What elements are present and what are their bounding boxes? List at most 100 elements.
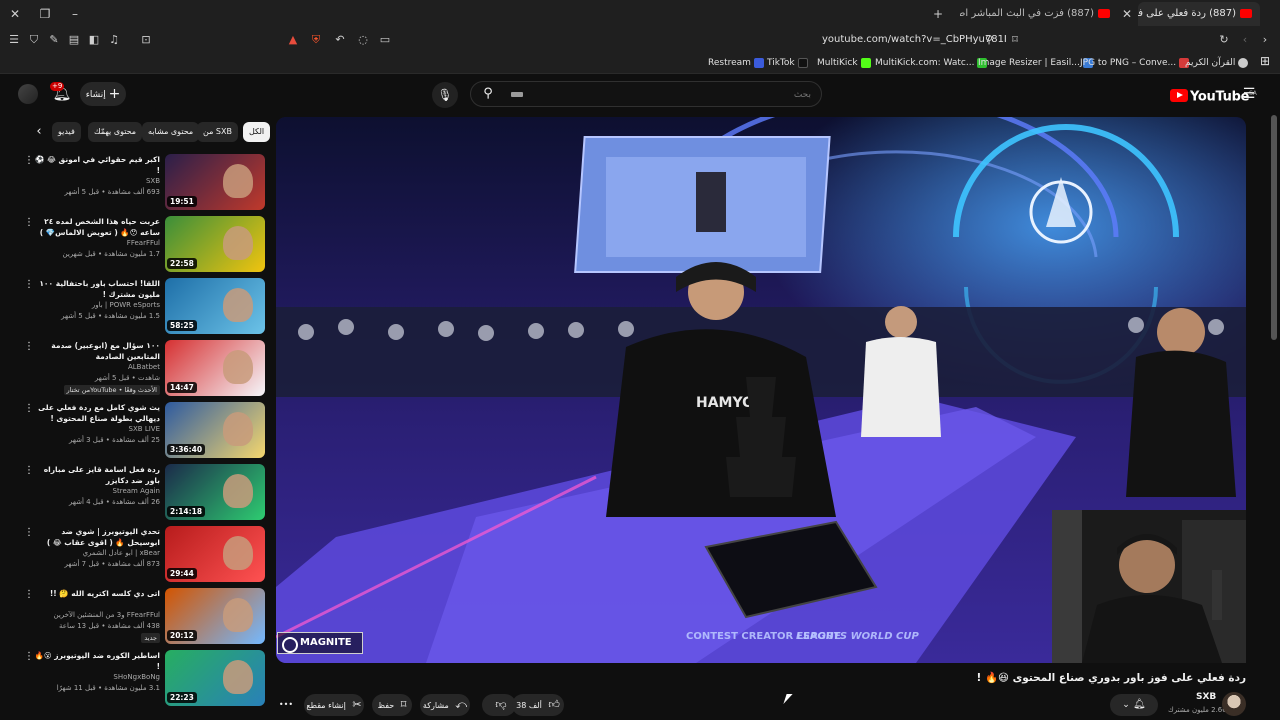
- like-button[interactable]: 38 ألف 👍︎: [512, 694, 564, 716]
- chevron-left-icon[interactable]: ‹: [32, 124, 46, 140]
- recommendation-channel[interactable]: FFearFFul و3 من المنشئين الآخرين: [32, 610, 160, 620]
- recommendation-thumbnail[interactable]: 29:44: [165, 526, 265, 582]
- recommendation-item[interactable]: 20:12 اتى دي كلسه اكتريه الله 🤔 !! FFearFF…: [0, 586, 270, 644]
- bookmark-quran[interactable]: القرآن الكريم: [1185, 55, 1249, 71]
- restore-window-icon[interactable]: ❐: [36, 5, 54, 23]
- recommendation-item[interactable]: 14:47 ١٠٠ سؤال مع (ابوعبير) صدمة المتابعي…: [0, 338, 270, 396]
- browser-tab-2[interactable]: (887) فزت في البث المباشر اطبع اعر: [960, 2, 1110, 26]
- recommendation-thumbnail[interactable]: 14:47: [165, 340, 265, 396]
- address-bar-url[interactable]: youtube.com/watch?v=_CbPHyu781I: [822, 32, 1007, 48]
- chip-for-you[interactable]: محتوى يهمّك: [88, 122, 143, 142]
- recommendation-thumbnail[interactable]: 2:14:18: [165, 464, 265, 520]
- chat-icon[interactable]: ◌: [355, 32, 371, 48]
- create-button[interactable]: إنشاء +: [80, 82, 126, 106]
- search-input[interactable]: [511, 87, 811, 103]
- triangle-icon[interactable]: ▲: [285, 32, 301, 48]
- bookmark-restream[interactable]: Restream: [708, 55, 764, 71]
- recommendation-channel[interactable]: SXB: [32, 176, 160, 186]
- music-icon[interactable]: ♫: [106, 32, 122, 48]
- clip-button[interactable]: إنشاء مقطع ✂: [304, 694, 364, 716]
- recommendation-thumbnail[interactable]: 58:25: [165, 278, 265, 334]
- search-bar[interactable]: ⚲: [470, 81, 822, 107]
- account-avatar[interactable]: [18, 84, 38, 104]
- screenshot-icon[interactable]: ⊡: [138, 32, 154, 48]
- chip-similar[interactable]: محتوى مشابه: [142, 122, 200, 142]
- voice-search-icon[interactable]: 🎙︎: [432, 82, 458, 108]
- bookmark-jpg-to-png[interactable]: JPG to PNG – Conve...: [1080, 55, 1190, 71]
- recommendation-item[interactable]: 29:44 تحدي اليوتيوبرز | شوي ضد ابوسيحل 🔥 …: [0, 524, 270, 582]
- new-tab-button[interactable]: +: [929, 5, 947, 23]
- recommendation-channel[interactable]: ALBatbet: [32, 362, 160, 372]
- close-window-icon[interactable]: ✕: [6, 5, 24, 23]
- more-options-icon[interactable]: ⋮: [24, 278, 34, 292]
- more-options-icon[interactable]: ⋮: [24, 526, 34, 540]
- recommendation-item[interactable]: 3:36:40 يث شوي كامل مع ردة فعلي على ديهال…: [0, 400, 270, 458]
- recommendation-title[interactable]: اللقا! احتساب باور باحتفالية ١٠٠ مليون م…: [32, 278, 160, 300]
- recommendation-channel[interactable]: FFearFFul: [32, 238, 160, 248]
- browser-tab-active[interactable]: (887) ردة فعلي على فوز باور ب: [1138, 2, 1260, 26]
- close-tab-icon[interactable]: ✕: [1118, 5, 1136, 23]
- recommendation-channel[interactable]: POWR eSports | باور: [32, 300, 160, 310]
- reader-icon[interactable]: ▤: [66, 32, 82, 48]
- subscribed-notifications-button[interactable]: ⌄ 🔔︎: [1110, 694, 1158, 716]
- channel-name[interactable]: SXB: [1196, 692, 1216, 702]
- bookmark-tiktok[interactable]: TikTok: [767, 55, 808, 71]
- share-button[interactable]: مشاركة ⤺: [420, 694, 470, 716]
- guide-menu-icon[interactable]: ☰: [1240, 85, 1258, 103]
- recommendation-title[interactable]: ١٠٠ سؤال مع (ابوعبير) صدمة المتابعين الص…: [32, 340, 160, 362]
- recommendation-thumbnail[interactable]: 3:36:40: [165, 402, 265, 458]
- back-icon[interactable]: ‹: [1237, 32, 1253, 48]
- channel-avatar[interactable]: [1222, 692, 1246, 716]
- more-options-icon[interactable]: ⋮: [24, 588, 34, 602]
- recommendation-title[interactable]: يث شوي كامل مع ردة فعلي على ديهالي بطولة…: [32, 402, 160, 424]
- chip-all[interactable]: الكل: [243, 122, 271, 142]
- bookmark-icon[interactable]: ⌑: [1007, 32, 1023, 48]
- recommendation-item[interactable]: 58:25 اللقا! احتساب باور باحتفالية ١٠٠ مل…: [0, 276, 270, 334]
- recommendation-thumbnail[interactable]: 20:12: [165, 588, 265, 644]
- bookmark-image-resizer[interactable]: Image Resizer | Easil...: [978, 55, 1093, 71]
- bookmarks-grid-icon[interactable]: ⊞: [1260, 53, 1270, 69]
- recommendation-thumbnail[interactable]: 22:23: [165, 650, 265, 706]
- more-options-icon[interactable]: ⋮: [24, 402, 34, 416]
- more-options-icon[interactable]: ⋮: [24, 464, 34, 478]
- brave-shield-icon[interactable]: ⛨: [308, 32, 324, 48]
- recommendation-item[interactable]: 19:51 اكبر قيم حقوائي في امونق 😂 ⚽ ! SXB 69…: [0, 152, 270, 210]
- recommendation-thumbnail[interactable]: 19:51: [165, 154, 265, 210]
- dislike-button[interactable]: 👎︎: [482, 694, 516, 716]
- recommendation-item[interactable]: 22:23 اساطير الكوره ضد اليوتيوبرز 😮🔥 ! SHo…: [0, 648, 270, 706]
- forward-icon[interactable]: ›: [1257, 32, 1273, 48]
- more-options-icon[interactable]: ⋮: [24, 154, 34, 168]
- recommendation-channel[interactable]: xBear | ابو عادل الشمري: [32, 548, 160, 558]
- more-options-icon[interactable]: ⋮: [24, 650, 34, 664]
- more-options-icon[interactable]: ⋮: [24, 216, 34, 230]
- recommendation-channel[interactable]: Stream Again: [32, 486, 160, 496]
- back-history-icon[interactable]: ↶: [332, 32, 348, 48]
- site-settings-icon[interactable]: ⚲: [981, 32, 997, 48]
- reload-icon[interactable]: ↻: [1216, 32, 1232, 48]
- recommendation-item[interactable]: 22:58 عربت حياه هذا الشخص لمده ٢٤ ساعه 😯🔥…: [0, 214, 270, 272]
- save-button[interactable]: حفظ ⌑: [372, 694, 412, 716]
- recommendation-title[interactable]: تحدي اليوتيوبرز | شوي ضد ابوسيحل 🔥 ( اقو…: [32, 526, 160, 548]
- recommendation-title[interactable]: عربت حياه هذا الشخص لمده ٢٤ ساعه 😯🔥 ( تع…: [32, 216, 160, 238]
- recommendation-thumbnail[interactable]: 22:58: [165, 216, 265, 272]
- recommendation-channel[interactable]: SHoNgxBoNg: [32, 672, 160, 682]
- minimize-window-icon[interactable]: –: [66, 5, 84, 23]
- cast-icon[interactable]: ▭: [377, 32, 393, 48]
- page-scrollbar[interactable]: [1271, 115, 1277, 340]
- chip-from-sxb[interactable]: من SXB: [197, 122, 238, 142]
- recommendation-title[interactable]: ردة فعل اسامة قايز على مباراه باور ضد دك…: [32, 464, 160, 486]
- pen-icon[interactable]: ✎: [46, 32, 62, 48]
- recommendation-title[interactable]: اساطير الكوره ضد اليوتيوبرز 😮🔥 !: [32, 650, 160, 672]
- recommendation-title[interactable]: اتى دي كلسه اكتريه الله 🤔 !!: [32, 588, 160, 599]
- bookmark-multikick-watch[interactable]: MultiKick.com: Watc...: [875, 55, 988, 71]
- chip-videos[interactable]: فيديو: [52, 122, 81, 142]
- recommendation-channel[interactable]: SXB LIVE: [32, 424, 160, 434]
- bookmark-multikick[interactable]: MultiKick: [817, 55, 871, 71]
- more-options-icon[interactable]: ⋮: [24, 340, 34, 354]
- recommendation-item[interactable]: 2:14:18 ردة فعل اسامة قايز على مباراه باو…: [0, 462, 270, 520]
- search-icon[interactable]: ⚲: [479, 85, 497, 103]
- recommendation-title[interactable]: اكبر قيم حقوائي في امونق 😂 ⚽ !: [32, 154, 160, 176]
- sidebar-menu-icon[interactable]: ☰: [6, 32, 22, 48]
- more-actions-button[interactable]: •••: [276, 694, 296, 716]
- shield-icon[interactable]: ⛉: [26, 32, 42, 48]
